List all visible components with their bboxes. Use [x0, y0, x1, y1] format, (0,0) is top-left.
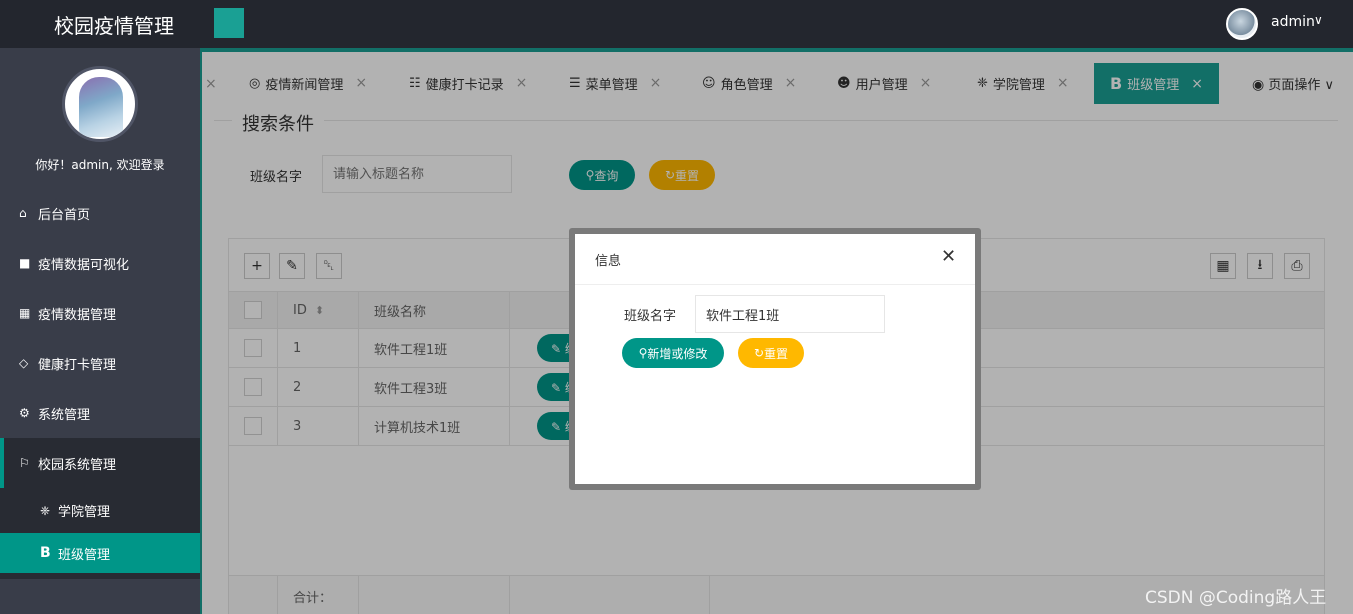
sidebar-item-system[interactable]: ⚙ 系统管理 — [0, 388, 200, 438]
top-header: 校园疫情管理 admin ∨ — [0, 0, 1353, 48]
refresh-icon: ↻ — [753, 346, 765, 360]
shield-icon: ◇ — [19, 356, 29, 370]
sidebar-subitem-college[interactable]: ❈ 学院管理 — [0, 488, 200, 533]
sidebar-item-label: 疫情数据管理 — [38, 307, 117, 323]
sidebar-item-label: 系统管理 — [38, 407, 91, 423]
save-button[interactable]: ⚲ 新增或修改 — [622, 338, 724, 368]
close-icon[interactable]: ✕ — [941, 246, 956, 267]
home-icon: ⌂ — [19, 206, 27, 220]
sidebar-item-label: 校园系统管理 — [38, 457, 117, 473]
app-title: 校园疫情管理 — [54, 14, 174, 38]
class-name-label: 班级名字 — [624, 309, 677, 324]
dialog-title: 信息 — [595, 254, 622, 269]
watermark: CSDN @Coding路人王 — [1145, 588, 1327, 608]
sidebar-item-data-management[interactable]: ▦ 疫情数据管理 — [0, 288, 200, 338]
dialog-reset-button[interactable]: ↻ 重置 — [738, 338, 804, 368]
sidebar-subitem-class[interactable]: B 班级管理 — [0, 533, 200, 573]
bold-b-icon: B — [40, 545, 51, 561]
sidebar: 你好！admin, 欢迎登录 ⌂ 后台首页 ■ 疫情数据可视化 ▦ 疫情数据管理… — [0, 48, 200, 614]
table-icon: ▦ — [19, 306, 31, 320]
gear-icon: ⚙ — [19, 406, 30, 420]
sidebar-item-campus-system[interactable]: ⚐ 校园系统管理 — [0, 438, 200, 488]
palm-icon: ❈ — [40, 503, 51, 518]
profile-avatar — [62, 66, 138, 142]
user-avatar[interactable] — [1226, 8, 1258, 40]
dialog-divider — [575, 284, 975, 285]
sidebar-item-visualization[interactable]: ■ 疫情数据可视化 — [0, 238, 200, 288]
menu-toggle-button[interactable] — [214, 8, 244, 38]
user-name[interactable]: admin — [1271, 14, 1315, 30]
sidebar-item-label: 后台首页 — [38, 207, 91, 223]
search-icon: ⚲ — [638, 346, 648, 360]
info-dialog: 信息 ✕ 班级名字 软件工程1班 ⚲ 新增或修改 ↻ 重置 — [575, 234, 975, 484]
sidebar-item-label: 疫情数据可视化 — [38, 257, 130, 273]
sidebar-item-label: 健康打卡管理 — [38, 357, 117, 373]
welcome-text: 你好！admin, 欢迎登录 — [35, 158, 165, 172]
flag-icon: ⚐ — [19, 456, 30, 470]
chart-icon: ■ — [19, 256, 31, 270]
sidebar-item-health-checkin[interactable]: ◇ 健康打卡管理 — [0, 338, 200, 388]
sidebar-subitem-label: 班级管理 — [58, 547, 111, 563]
sidebar-subitem-label: 学院管理 — [58, 505, 111, 520]
sidebar-submenu-bottom — [0, 573, 200, 579]
class-name-field[interactable]: 软件工程1班 — [695, 295, 885, 333]
chevron-down-icon[interactable]: ∨ — [1314, 13, 1323, 27]
sidebar-item-home[interactable]: ⌂ 后台首页 — [0, 188, 200, 238]
